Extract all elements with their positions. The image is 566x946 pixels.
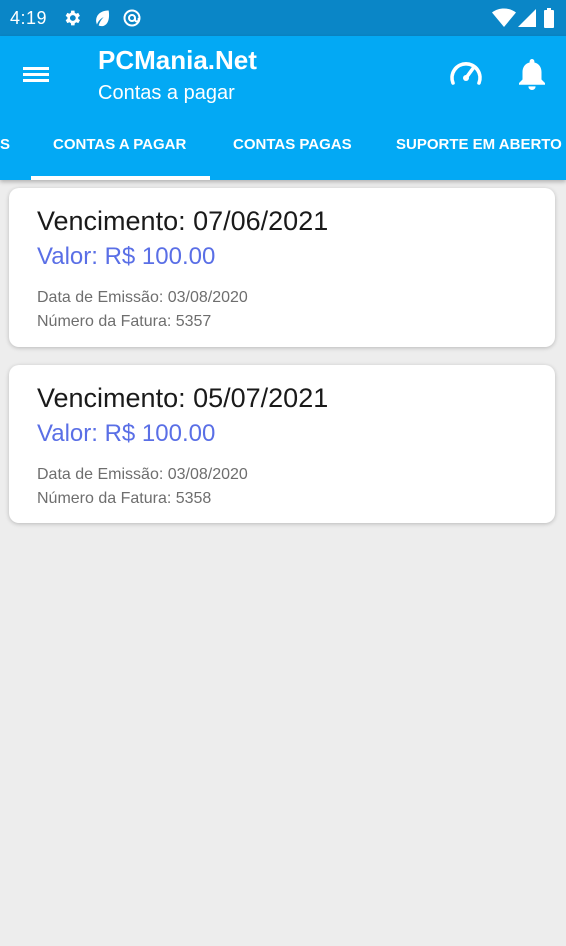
app-title: PCMania.Net — [98, 45, 257, 75]
bell-icon[interactable] — [514, 56, 550, 92]
invoice-number: Número da Fatura: 5358 — [37, 490, 212, 507]
invoice-card[interactable]: Vencimento: 07/06/2021 Valor: R$ 100.00 … — [9, 188, 555, 347]
tab-contas-a-pagar[interactable]: CONTAS A PAGAR — [53, 136, 186, 153]
status-time: 4:19 — [10, 8, 48, 28]
invoice-number: Número da Fatura: 5357 — [37, 313, 212, 330]
due-date: Vencimento: 07/06/2021 — [37, 206, 329, 236]
invoice-card[interactable]: Vencimento: 05/07/2021 Valor: R$ 100.00 … — [9, 365, 555, 523]
speedometer-icon[interactable] — [446, 56, 486, 92]
amount: Valor: R$ 100.00 — [37, 420, 216, 447]
menu-icon[interactable] — [20, 60, 52, 88]
status-bar: 4:19 — [0, 0, 566, 36]
page-subtitle: Contas a pagar — [98, 82, 235, 104]
tab-previous[interactable]: S — [0, 136, 10, 153]
issue-date: Data de Emissão: 03/08/2020 — [37, 289, 248, 306]
tab-indicator — [31, 176, 210, 180]
wifi-icon — [492, 8, 516, 27]
issue-date: Data de Emissão: 03/08/2020 — [37, 466, 248, 483]
tab-contas-pagas[interactable]: CONTAS PAGAS — [233, 136, 352, 153]
settings-icon — [65, 10, 80, 26]
battery-icon — [544, 8, 554, 28]
amount: Valor: R$ 100.00 — [37, 243, 216, 270]
due-date: Vencimento: 05/07/2021 — [37, 383, 329, 413]
at-sign-icon — [123, 9, 141, 27]
cell-signal-icon — [518, 9, 536, 27]
leaf-icon — [96, 10, 110, 27]
tab-suporte-em-aberto[interactable]: SUPORTE EM ABERTO — [396, 136, 562, 153]
app-bar: PCMania.Net Contas a pagar S CONTAS A PA… — [0, 36, 566, 180]
